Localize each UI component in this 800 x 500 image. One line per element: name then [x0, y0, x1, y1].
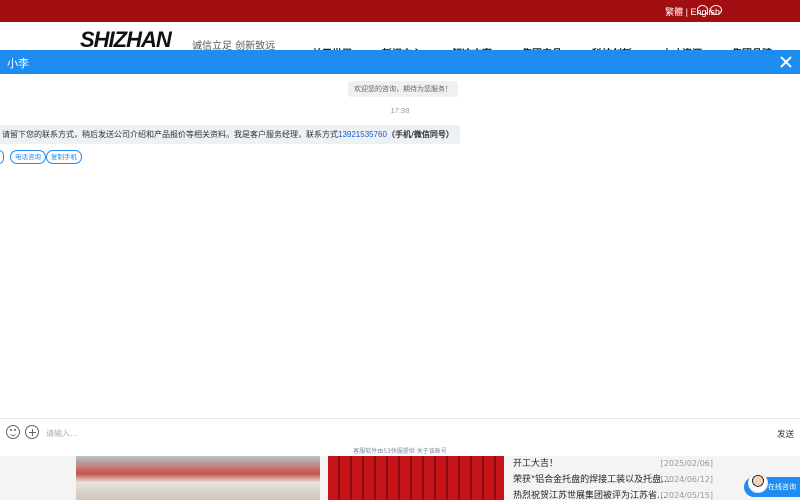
- send-button[interactable]: 发送: [777, 428, 794, 440]
- phone-link[interactable]: 13921535760: [338, 130, 387, 139]
- site-topbar: 繁體 | English: [0, 0, 800, 22]
- news-date: [2025/02/06]: [660, 459, 713, 468]
- news-title: 热烈祝贺江苏世展集团被评为江苏省…: [513, 491, 667, 500]
- welcome-message: 欢迎您的咨询，期待为您服务！: [348, 81, 458, 97]
- news-list: 开工大吉！ [2025/02/06] 荣获"铝合金托盘的焊接工装以及托盘… [2…: [513, 456, 713, 500]
- event-photo[interactable]: [328, 456, 504, 500]
- input-bar: 发送: [0, 418, 800, 446]
- news-item[interactable]: 开工大吉！ [2025/02/06]: [513, 456, 713, 472]
- phone-consult-button[interactable]: 电话咨询: [10, 150, 46, 164]
- news-title: 荣获"铝合金托盘的焊接工装以及托盘…: [513, 475, 671, 485]
- message-text: 请留下您的联系方式，稍后发送公司介绍和产品报价等相关资料。我是客户服务经理，联系…: [2, 130, 338, 139]
- wechat-icon[interactable]: [710, 5, 722, 15]
- close-icon[interactable]: [780, 56, 792, 68]
- news-date: [2024/05/15]: [660, 491, 713, 500]
- agent-avatar[interactable]: [748, 473, 768, 493]
- message-note: （手机/微信同号）: [386, 130, 454, 139]
- factory-photo[interactable]: [76, 456, 320, 500]
- plus-icon[interactable]: [25, 425, 39, 439]
- news-item[interactable]: 热烈祝贺江苏世展集团被评为江苏省… [2024/05/15]: [513, 488, 713, 500]
- copy-phone-button[interactable]: 复制手机: [46, 150, 82, 164]
- quick-reply-chip-partial[interactable]: [0, 150, 4, 164]
- emoji-icon[interactable]: [6, 425, 20, 439]
- weibo-icon[interactable]: [697, 5, 708, 15]
- provider-note[interactable]: 客服软件由53快服提供 关于该账号: [0, 446, 800, 455]
- chat-window: 小李 欢迎您的咨询，期待为您服务！ 17:38 请留下您的联系方式，稍后发送公司…: [0, 50, 800, 456]
- agent-message: 请留下您的联系方式，稍后发送公司介绍和产品报价等相关资料。我是客户服务经理，联系…: [0, 125, 460, 144]
- news-title: 开工大吉！: [513, 459, 559, 469]
- news-date: [2024/06/12]: [660, 475, 713, 484]
- site-header: SHIZHAN 诚信立足 创新致远 关于世展 新闻中心 解决方案 集团产品 科技…: [0, 22, 800, 60]
- agent-name: 小李: [7, 57, 29, 70]
- message-input[interactable]: [46, 425, 746, 441]
- chat-header: 小李: [0, 50, 800, 74]
- message-timestamp: 17:38: [390, 106, 410, 115]
- news-item[interactable]: 荣获"铝合金托盘的焊接工装以及托盘… [2024/06/12]: [513, 472, 713, 488]
